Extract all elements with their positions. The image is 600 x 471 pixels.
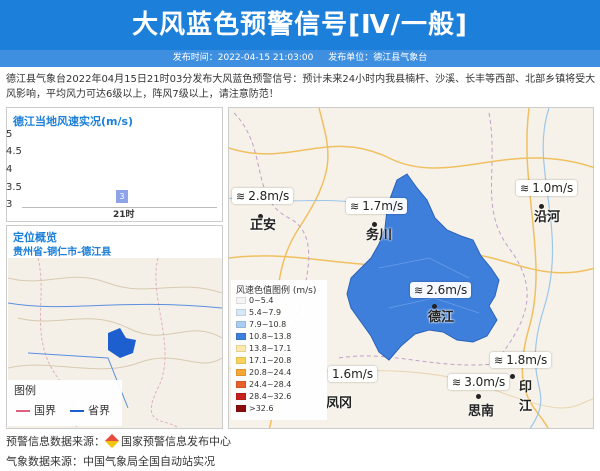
station-dot [510, 374, 515, 379]
legend-item: 5.4~7.9 [236, 308, 281, 318]
wind-icon: ≋ [236, 190, 246, 203]
local-wind-panel: 德江当地风速实况(m/s) [6, 107, 223, 222]
legend-item: 13.8~17.1 [236, 344, 291, 354]
legend-swatch [236, 381, 246, 388]
wind-bar[interactable]: 3 [116, 190, 128, 203]
wind-icon: ≋ [350, 200, 360, 213]
legend-provincial-border: 省界 [70, 402, 110, 418]
warning-source-label: 预警信息数据来源： [6, 435, 105, 448]
station-dot [476, 394, 481, 399]
warning-center-logo-icon [104, 433, 120, 449]
station-wind-label[interactable]: ≋ 3.0m/s [448, 374, 510, 390]
station-speed: 1.6m/s [332, 367, 374, 381]
legend-label: 28.4~32.6 [249, 392, 292, 401]
legend-swatch [236, 309, 246, 316]
station-speed: 1.7m/s [362, 199, 404, 213]
legend-swatch [236, 357, 246, 364]
station-wind-label[interactable]: ≋ 1.8m/s [490, 352, 552, 368]
warning-description: 德江县气象台2022年04月15日21时03分发布大风蓝色预警信号：预计未来24… [6, 74, 596, 100]
legend-title: 图例 [14, 384, 36, 397]
legend-label: 13.8~17.1 [249, 344, 292, 353]
legend-swatch [70, 410, 84, 412]
legend-item: 0~5.4 [236, 296, 274, 306]
legend-item: 24.4~28.4 [236, 380, 291, 390]
legend-swatch [236, 333, 246, 340]
overview-legend: 图例 国界 省界 [8, 380, 122, 426]
wind-icon: ≋ [494, 354, 504, 367]
legend-swatch [236, 345, 246, 352]
station-wind-label[interactable]: ≋ 2.6m/s [410, 282, 472, 298]
weather-source-line: 气象数据来源：中国气象局全国自动站实况 [6, 455, 215, 468]
legend-label: 5.4~7.9 [249, 308, 282, 317]
publish-info-bar: 发布时间：2022-04-15 21:03:00 发布单位：德江县气象台 [0, 50, 600, 67]
legend-swatch [16, 410, 30, 412]
station-name: 印江 [518, 380, 532, 414]
legend-label: 10.8~13.8 [249, 332, 292, 341]
station-wind-label[interactable]: ≋ 1.0m/s [516, 180, 578, 196]
y-tick-label: 3.5 [6, 182, 22, 193]
legend-label: 0~5.4 [249, 296, 274, 305]
station-speed: 1.8m/s [506, 353, 548, 367]
legend-item: 28.4~32.6 [236, 392, 291, 402]
station-name: 凤冈 [326, 396, 353, 411]
x-tick-label: 21时 [113, 210, 135, 220]
station-wind-label[interactable]: ≋ 1.7m/s [346, 198, 408, 214]
wind-chart-title: 德江当地风速实况(m/s) [13, 115, 134, 128]
legend-item: >32.6 [236, 404, 274, 414]
legend-national-border: 国界 [16, 402, 56, 418]
y-tick-label: 5 [6, 129, 13, 140]
legend-item: 20.8~24.4 [236, 368, 291, 378]
station-name: 思南 [468, 404, 495, 419]
legend-label: 省界 [88, 404, 110, 417]
warning-source-link[interactable]: 国家预警信息发布中心 [121, 435, 231, 448]
legend-label: 国界 [34, 404, 56, 417]
y-tick-label: 3 [6, 199, 13, 210]
wind-color-legend: 风速色值图例 (m/s) 0~5.4 5.4~7.9 7.9~10.8 10.8… [231, 280, 327, 420]
station-name: 德江 [428, 310, 455, 325]
legend-item: 10.8~13.8 [236, 332, 291, 342]
station-wind-label[interactable]: ≋ 2.8m/s [232, 188, 294, 204]
warning-source-line: 预警信息数据来源： 国家预警信息发布中心 [6, 433, 231, 449]
legend-label: 24.4~28.4 [249, 380, 292, 389]
station-speed: 2.8m/s [248, 189, 290, 203]
legend-swatch [236, 405, 246, 412]
wind-icon: ≋ [520, 182, 530, 195]
legend-label: >32.6 [249, 404, 274, 413]
legend-swatch [236, 369, 246, 376]
legend-label: 20.8~24.4 [249, 368, 292, 377]
warning-title: 大风蓝色预警信号[Ⅳ/一般] [132, 10, 468, 40]
legend-swatch [236, 321, 246, 328]
station-speed: 2.6m/s [426, 283, 468, 297]
wind-icon: ≋ [452, 376, 462, 389]
station-name: 务川 [366, 228, 393, 243]
publisher: 发布单位：德江县气象台 [328, 53, 428, 63]
publish-time: 发布时间：2022-04-15 21:03:00 [172, 53, 314, 63]
y-tick-label: 4 [6, 164, 13, 175]
legend-label: 17.1~20.8 [249, 356, 292, 365]
legend-swatch [236, 393, 246, 400]
wind-icon: ≋ [414, 284, 424, 297]
legend-item: 7.9~10.8 [236, 320, 286, 330]
station-name: 沿河 [534, 210, 561, 225]
station-speed: 1.0m/s [532, 181, 574, 195]
legend-label: 7.9~10.8 [249, 320, 287, 329]
legend-item: 17.1~20.8 [236, 356, 291, 366]
y-tick-label: 4.5 [6, 146, 22, 157]
station-name: 正安 [250, 218, 277, 233]
legend-title: 风速色值图例 (m/s) [236, 286, 317, 296]
location-path: 贵州省-铜仁市-德江县 [13, 247, 112, 258]
station-wind-label[interactable]: 1.6m/s [328, 366, 378, 382]
station-speed: 3.0m/s [464, 375, 506, 389]
header-bar: 大风蓝色预警信号[Ⅳ/一般] [0, 0, 600, 50]
legend-swatch [236, 297, 246, 304]
